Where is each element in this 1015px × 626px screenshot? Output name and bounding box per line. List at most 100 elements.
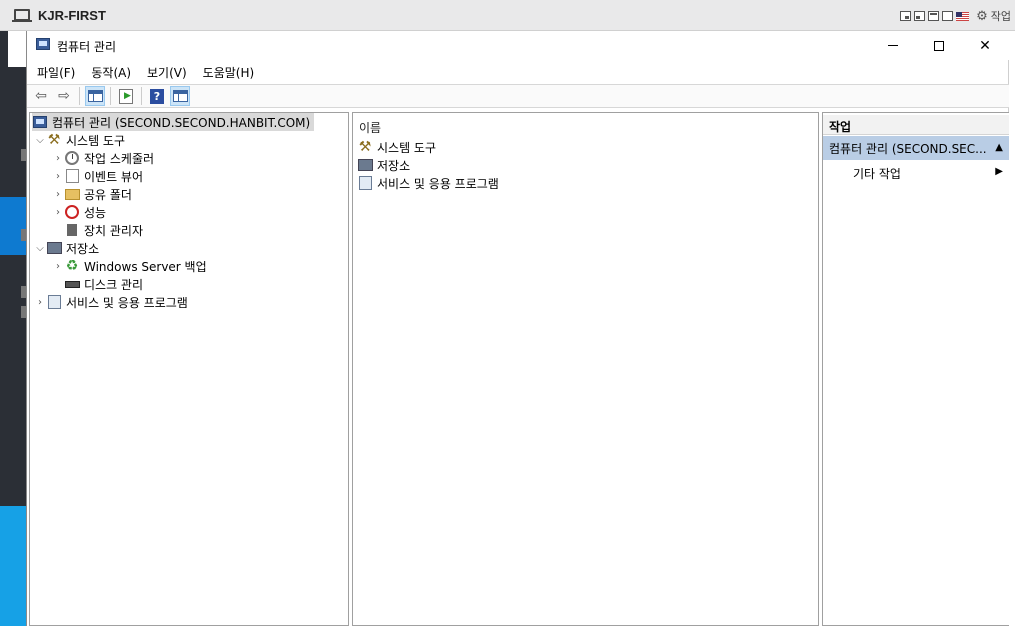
tree-item-label: 이벤트 뷰어 xyxy=(84,169,144,184)
chevron-right-icon[interactable]: › xyxy=(52,261,64,272)
menu-bar: 파일(F) 동작(A) 보기(V) 도움말(H) xyxy=(27,60,1009,84)
action-more-actions[interactable]: 기타 작업 ▶ xyxy=(853,163,1009,183)
minimize-button[interactable] xyxy=(870,31,916,60)
chevron-down-icon[interactable]: ⌵ xyxy=(34,243,46,254)
vm-controls: ⚙ 작업 xyxy=(900,8,1011,24)
list-item-label: 서비스 및 응용 프로그램 xyxy=(377,176,499,191)
tree-item-label: Windows Server 백업 xyxy=(84,259,207,274)
performance-icon xyxy=(65,205,79,219)
tree-item-performance[interactable]: › 성능 xyxy=(52,203,106,221)
folder-icon xyxy=(64,188,80,200)
tree-item-system-tools[interactable]: ⌵ ⚒ 시스템 도구 xyxy=(34,131,125,149)
help-button[interactable]: ? xyxy=(147,86,167,106)
export-icon xyxy=(119,88,133,104)
tree-item-label: 서비스 및 응용 프로그램 xyxy=(66,295,188,310)
view-mode-icon-4[interactable] xyxy=(942,11,954,21)
close-icon: ✕ xyxy=(979,37,991,54)
action-pane-icon xyxy=(172,90,188,102)
menu-file[interactable]: 파일(F) xyxy=(37,64,75,81)
tree-item-label: 성능 xyxy=(84,205,107,220)
vm-header-bar: KJR-FIRST ⚙ 작업 xyxy=(0,0,1015,31)
computer-icon xyxy=(12,9,32,22)
actions-section-computer-management[interactable]: 컴퓨터 관리 (SECOND.SEC... ▲ xyxy=(823,136,1009,160)
tree-item-label: 공유 폴더 xyxy=(84,187,132,202)
disk-icon xyxy=(64,280,80,288)
console-tree-icon xyxy=(87,90,103,102)
toolbar-separator xyxy=(141,87,142,105)
list-item[interactable]: 서비스 및 응용 프로그램 xyxy=(357,174,499,192)
menu-help[interactable]: 도움말(H) xyxy=(203,64,255,81)
chevron-right-icon[interactable]: › xyxy=(52,207,64,218)
backup-icon: ♻ xyxy=(65,258,79,274)
tree-item-task-scheduler[interactable]: › 작업 스케줄러 xyxy=(52,149,154,167)
list-item-label: 저장소 xyxy=(377,158,411,173)
list-item[interactable]: ⚒ 시스템 도구 xyxy=(357,138,436,156)
tree-item-device-manager[interactable]: 장치 관리자 xyxy=(64,221,143,239)
chevron-down-icon[interactable]: ⌵ xyxy=(34,135,46,146)
chevron-right-icon[interactable]: › xyxy=(52,153,64,164)
computer-management-window: 컴퓨터 관리 ✕ 파일(F) 동작(A) 보기(V) 도움말(H) ⇦ ⇨ ? … xyxy=(26,31,1009,626)
tree-item-label: 컴퓨터 관리 (SECOND.SECOND.HANBIT.COM) xyxy=(52,115,311,130)
chevron-right-icon[interactable]: › xyxy=(52,171,64,182)
forward-button[interactable]: ⇨ xyxy=(54,86,74,106)
device-icon xyxy=(67,224,77,236)
vm-actions-label[interactable]: 작업 xyxy=(991,8,1011,24)
storage-icon xyxy=(357,159,373,171)
actions-section-label: 컴퓨터 관리 (SECOND.SEC... xyxy=(829,141,987,156)
close-button[interactable]: ✕ xyxy=(962,31,1008,60)
tree-item-storage[interactable]: ⌵ 저장소 xyxy=(34,239,99,257)
show-hide-action-pane-button[interactable] xyxy=(170,86,190,106)
chevron-right-icon[interactable]: › xyxy=(52,189,64,200)
tree-item-label: 디스크 관리 xyxy=(84,277,144,292)
tree-item-disk-management[interactable]: 디스크 관리 xyxy=(64,275,143,293)
gear-icon[interactable]: ⚙ xyxy=(976,9,988,24)
back-button[interactable]: ⇦ xyxy=(31,86,51,106)
actions-header: 작업 xyxy=(823,115,1009,135)
tree-item-computer-management[interactable]: 컴퓨터 관리 (SECOND.SECOND.HANBIT.COM) xyxy=(32,113,315,131)
maximize-icon xyxy=(934,40,944,51)
tools-icon: ⚒ xyxy=(47,132,61,148)
menu-view[interactable]: 보기(V) xyxy=(147,64,187,81)
back-arrow-icon: ⇦ xyxy=(35,88,47,104)
results-pane[interactable]: 이름 ⚒ 시스템 도구 저장소 서비스 및 응용 프로그램 xyxy=(352,112,819,626)
storage-icon xyxy=(46,242,62,254)
view-mode-icon-3[interactable] xyxy=(928,11,940,21)
title-bar[interactable]: 컴퓨터 관리 ✕ xyxy=(27,31,1009,60)
show-hide-console-tree-button[interactable] xyxy=(85,86,105,106)
view-mode-icon-2[interactable] xyxy=(914,11,926,21)
desktop-background-right xyxy=(1008,31,1015,626)
tree-item-label: 저장소 xyxy=(66,241,100,256)
list-item-label: 시스템 도구 xyxy=(377,140,437,155)
tree-item-label: 장치 관리자 xyxy=(84,223,144,238)
collapse-up-icon[interactable]: ▲ xyxy=(995,142,1003,153)
window-title: 컴퓨터 관리 xyxy=(57,40,117,54)
keyboard-language-icon[interactable] xyxy=(956,11,970,21)
services-icon xyxy=(358,176,372,190)
toolbar-separator xyxy=(79,87,80,105)
toolbar: ⇦ ⇨ ? xyxy=(27,84,1009,108)
submenu-arrow-icon: ▶ xyxy=(995,166,1003,177)
tree-item-label: 시스템 도구 xyxy=(66,133,126,148)
computer-management-icon xyxy=(33,116,47,128)
menu-action[interactable]: 동작(A) xyxy=(91,64,131,81)
console-tree-pane[interactable]: 컴퓨터 관리 (SECOND.SECOND.HANBIT.COM) ⌵ ⚒ 시스… xyxy=(29,112,349,626)
desktop-background xyxy=(0,31,26,626)
computer-management-icon xyxy=(36,38,50,50)
column-header-name[interactable]: 이름 xyxy=(359,119,381,136)
help-icon: ? xyxy=(150,88,164,104)
view-mode-icon-1[interactable] xyxy=(900,11,912,21)
tree-item-shared-folders[interactable]: › 공유 폴더 xyxy=(52,185,132,203)
clock-icon xyxy=(65,151,79,165)
vm-title: KJR-FIRST xyxy=(38,8,106,23)
event-log-icon xyxy=(65,169,79,183)
tree-item-services-applications[interactable]: › 서비스 및 응용 프로그램 xyxy=(34,293,188,311)
list-item[interactable]: 저장소 xyxy=(357,156,410,174)
export-list-button[interactable] xyxy=(116,86,136,106)
tree-item-windows-server-backup[interactable]: › ♻ Windows Server 백업 xyxy=(52,257,207,275)
action-label: 기타 작업 xyxy=(853,166,901,181)
tree-item-event-viewer[interactable]: › 이벤트 뷰어 xyxy=(52,167,143,185)
maximize-button[interactable] xyxy=(916,31,962,60)
services-icon xyxy=(47,295,61,309)
chevron-right-icon[interactable]: › xyxy=(34,297,46,308)
actions-pane: 작업 컴퓨터 관리 (SECOND.SEC... ▲ 기타 작업 ▶ xyxy=(822,112,1009,626)
